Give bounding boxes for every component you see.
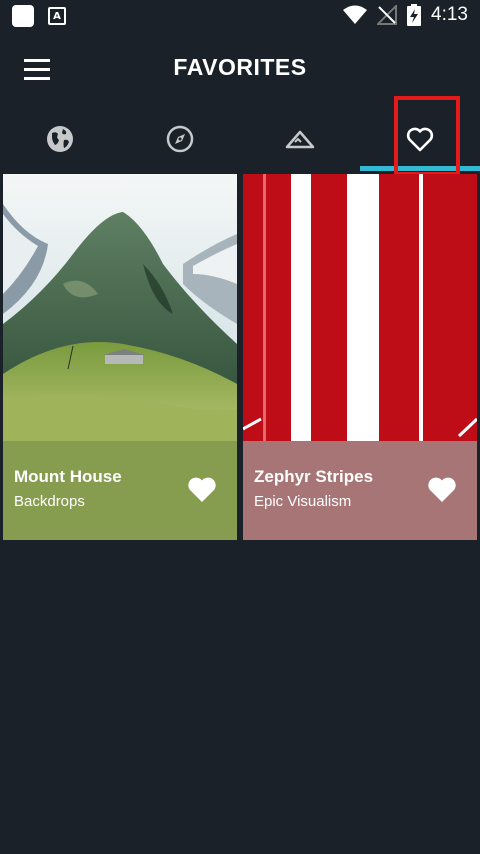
card-image-mountain (3, 174, 237, 441)
heart-filled-icon[interactable] (187, 475, 217, 503)
heart-filled-icon[interactable] (427, 475, 457, 503)
notification-icon (12, 5, 34, 27)
card-subtitle: Backdrops (14, 493, 85, 510)
mountain-icon (285, 130, 315, 149)
page-title: FAVORITES (173, 54, 307, 80)
card-info: Mount House Backdrops (3, 441, 237, 540)
tab-bar (0, 106, 480, 172)
card-title: Zephyr Stripes (254, 467, 374, 486)
wifi-icon (343, 5, 368, 24)
status-time: 4:13 (431, 4, 468, 25)
heart-outline-icon (406, 127, 434, 152)
app-notification-icon: A (48, 7, 66, 25)
battery-charging-icon (407, 4, 422, 26)
selected-tab-indicator (360, 166, 480, 171)
tab-landscapes[interactable] (240, 106, 360, 172)
card-image-stripes (243, 174, 477, 441)
card-title: Mount House (14, 467, 122, 486)
app-bar: FAVORITES (0, 34, 480, 106)
favorite-card-zephyr-stripes[interactable]: Zephyr Stripes Epic Visualism (243, 174, 477, 540)
tab-favorites[interactable] (360, 106, 480, 172)
tab-explore[interactable] (120, 106, 240, 172)
globe-icon (47, 126, 73, 152)
no-signal-icon (377, 5, 398, 25)
card-subtitle: Epic Visualism (254, 493, 352, 510)
tab-world[interactable] (0, 106, 120, 172)
card-info: Zephyr Stripes Epic Visualism (243, 441, 477, 540)
favorite-card-mount-house[interactable]: Mount House Backdrops (3, 174, 237, 540)
compass-icon (166, 125, 194, 153)
status-bar: A 4:13 (0, 0, 480, 34)
